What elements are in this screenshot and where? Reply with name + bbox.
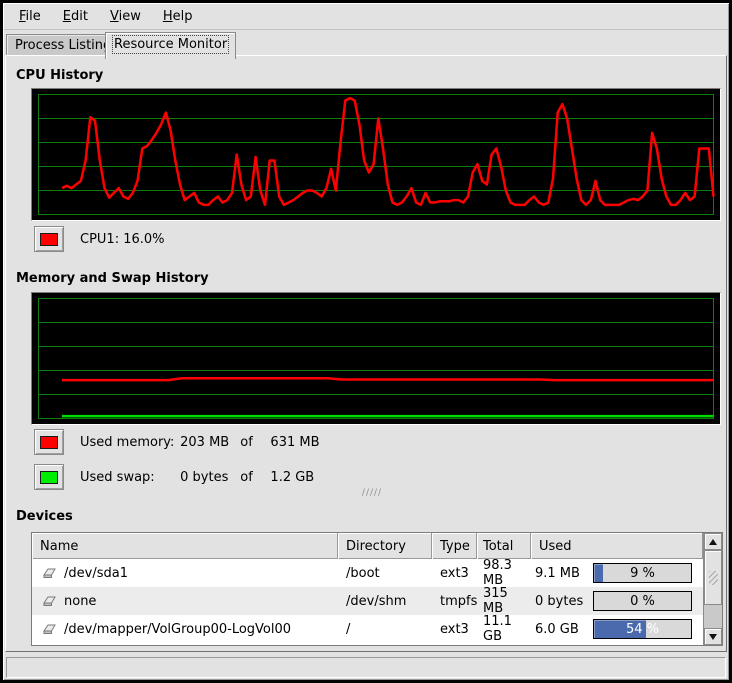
memory-color-swatch — [40, 436, 58, 449]
swap-color-swatch — [40, 471, 58, 484]
device-directory: /boot — [338, 559, 432, 587]
menu-edit[interactable]: Edit — [54, 6, 97, 27]
menubar: File Edit View Help — [4, 4, 728, 30]
disk-icon — [40, 622, 58, 636]
swap-of-text: of — [240, 470, 266, 485]
swap-used-value: 0 bytes — [180, 470, 236, 485]
column-header-name[interactable]: Name — [32, 533, 338, 559]
usage-progress-bar: 54 % — [593, 619, 692, 639]
memory-history-title: Memory and Swap History — [16, 271, 209, 286]
device-row-volgroup[interactable]: /dev/mapper/VolGroup00-LogVol00 / ext3 1… — [32, 615, 703, 643]
tab-strip: Process Listing Resource Monitor — [4, 31, 728, 58]
device-type: ext3 — [432, 615, 477, 643]
memory-history-graph — [31, 292, 721, 425]
memory-used-value: 203 MB — [180, 435, 236, 450]
usage-progress-bar: 9 % — [593, 563, 692, 583]
arrow-down-icon — [709, 634, 717, 640]
disk-icon — [40, 566, 58, 580]
status-bar — [6, 657, 726, 678]
cpu-color-button[interactable] — [34, 226, 64, 252]
device-type: ext3 — [432, 559, 477, 587]
disk-icon — [40, 594, 58, 608]
device-name: /dev/mapper/VolGroup00-LogVol00 — [64, 622, 291, 637]
device-type: tmpfs — [432, 587, 477, 615]
tab-label: Process Listing — [15, 38, 111, 53]
scroll-up-button[interactable] — [704, 533, 722, 550]
device-name: none — [64, 594, 96, 609]
device-row-none[interactable]: none /dev/shm tmpfs 315 MB 0 bytes 0 % — [32, 587, 703, 615]
pane-resize-grip[interactable]: ∕∕∕∕∕ — [355, 489, 389, 498]
device-total: 98.3 MB — [477, 559, 531, 587]
devices-scrollbar[interactable] — [703, 533, 722, 645]
device-total: 11.1 GB — [477, 615, 531, 643]
device-used: 6.0 GB — [535, 622, 591, 637]
usage-percent-label: 9 % — [594, 564, 691, 582]
menu-help[interactable]: Help — [154, 6, 202, 27]
cpu-legend: CPU1: 16.0% — [34, 226, 165, 252]
swap-total-value: 1.2 GB — [270, 470, 314, 485]
tab-label: Resource Monitor — [114, 37, 227, 52]
cpu-color-swatch — [40, 233, 58, 246]
device-directory: / — [338, 615, 432, 643]
device-used: 9.1 MB — [535, 566, 591, 581]
device-used: 0 bytes — [535, 594, 591, 609]
device-row-sda1[interactable]: /dev/sda1 /boot ext3 98.3 MB 9.1 MB 9 % — [32, 559, 703, 587]
arrow-up-icon — [709, 539, 717, 545]
resource-monitor-page: CPU History CPU1: 16.0% Memory and Swap … — [5, 55, 727, 652]
memory-history-chart — [32, 293, 720, 424]
cpu-history-title: CPU History — [16, 68, 103, 83]
column-header-directory[interactable]: Directory — [338, 533, 432, 559]
tab-resource-monitor[interactable]: Resource Monitor — [105, 32, 236, 59]
cpu-history-graph — [31, 88, 721, 221]
memory-legend-row: Used memory: 203 MB of 631 MB — [34, 429, 320, 455]
usage-percent-label: 54 % — [594, 620, 691, 638]
cpu-legend-label: CPU1: 16.0% — [80, 232, 165, 247]
memory-total-value: 631 MB — [270, 435, 319, 450]
menu-file[interactable]: File — [10, 6, 50, 27]
usage-progress-bar: 0 % — [593, 591, 692, 611]
menu-view[interactable]: View — [101, 6, 150, 27]
usage-percent-label: 0 % — [594, 592, 691, 610]
device-total: 315 MB — [477, 587, 531, 615]
column-header-used[interactable]: Used — [531, 533, 703, 559]
system-monitor-window: File Edit View Help Process Listing Reso… — [0, 0, 732, 683]
swap-color-button[interactable] — [34, 464, 64, 490]
memory-color-button[interactable] — [34, 429, 64, 455]
cpu-history-chart — [32, 89, 720, 220]
column-header-type[interactable]: Type — [432, 533, 477, 559]
scrollbar-trough[interactable] — [704, 605, 722, 628]
devices-table-header: Name Directory Type Total Used — [32, 533, 703, 559]
scrollbar-grip-icon — [709, 571, 718, 585]
devices-table: Name Directory Type Total Used /dev/sda1 — [31, 532, 723, 646]
memory-of-text: of — [240, 435, 266, 450]
device-name: /dev/sda1 — [64, 566, 128, 581]
swap-legend-label: Used swap: — [80, 470, 176, 485]
device-directory: /dev/shm — [338, 587, 432, 615]
scroll-down-button[interactable] — [704, 628, 722, 645]
swap-legend-row: Used swap: 0 bytes of 1.2 GB — [34, 464, 314, 490]
column-header-total[interactable]: Total — [477, 533, 531, 559]
scrollbar-thumb[interactable] — [704, 550, 722, 605]
devices-title: Devices — [16, 509, 73, 524]
memory-legend-label: Used memory: — [80, 435, 176, 450]
